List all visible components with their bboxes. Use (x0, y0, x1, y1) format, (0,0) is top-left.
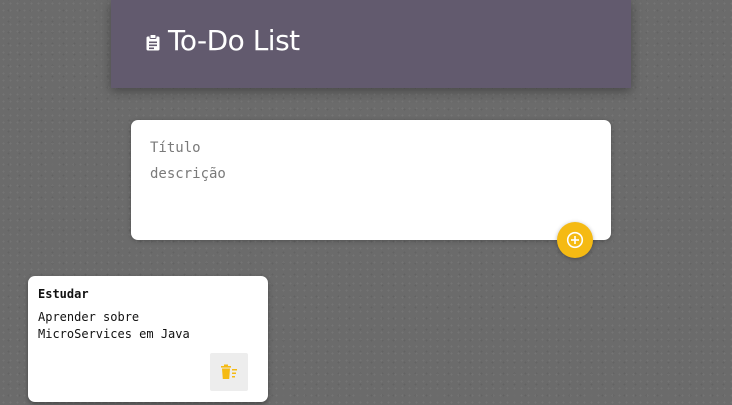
note-title: Estudar (38, 287, 89, 301)
note-content: Aprender sobre MicroServices em Java (38, 310, 190, 341)
note-title-input[interactable] (150, 138, 590, 158)
delete-note-button[interactable] (210, 353, 248, 391)
note-card: Estudar Aprender sobre MicroServices em … (28, 276, 268, 402)
note-content-input[interactable] (150, 164, 590, 224)
add-note-button[interactable] (557, 222, 593, 258)
create-note-form (131, 120, 611, 240)
page-title: To-Do List (168, 24, 300, 57)
add-circle-icon (566, 231, 584, 249)
clipboard-icon (146, 34, 160, 51)
delete-sweep-icon (221, 364, 237, 379)
app-header: To-Do List (111, 0, 631, 88)
